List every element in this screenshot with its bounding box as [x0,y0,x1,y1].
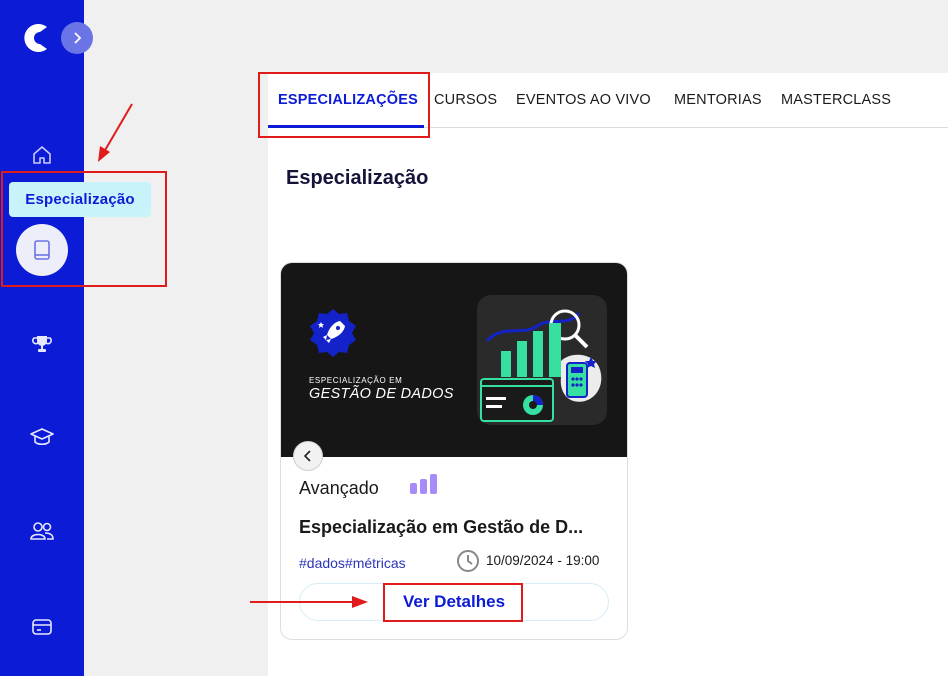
annotation-box-tab [258,72,430,138]
tab-masterclass[interactable]: MASTERCLASS [781,92,891,108]
card-date: 10/09/2024 - 19:00 [486,553,600,568]
expand-sidebar-button[interactable] [61,22,93,54]
level-bars-icon [410,474,437,494]
card-tags: #dados#métricas [299,555,406,571]
chevron-right-icon [74,32,82,44]
card-title: Especialização em Gestão de D... [299,517,584,537]
tab-mentorias[interactable]: MENTORIAS [674,92,762,108]
users-icon [30,522,54,540]
sidebar [0,0,93,676]
banner-title: GESTÃO DE DADOS [309,386,454,402]
sidebar-item-card[interactable] [24,609,60,645]
sidebar-item-home[interactable] [24,137,60,173]
tab-eventos-ao-vivo[interactable]: EVENTOS AO VIVO [516,92,651,108]
banner-subtitle: ESPECIALIZAÇÃO EM [309,376,403,385]
level-label: Avançado [299,478,379,498]
rocket-badge-icon [310,309,356,357]
logo [24,24,47,53]
annotation-box-button [383,583,523,622]
home-icon [33,146,51,164]
trophy-icon [32,336,52,352]
annotation-arrow-down [98,103,133,162]
card-icon [32,619,52,635]
annotation-arrow-right [250,596,368,608]
sidebar-item-users[interactable] [24,513,60,549]
tab-cursos[interactable]: CURSOS [434,92,497,108]
annotation-box-sidebar [1,171,167,287]
page-title: Especialização [286,167,429,189]
card-banner: ESPECIALIZAÇÃO EM GESTÃO DE DADOS [281,263,627,457]
graduation-cap-icon [30,428,54,446]
carousel-prev-button[interactable] [293,441,323,471]
data-analytics-illustration [477,295,607,425]
main-content: ESPECIALIZAÇÕES CURSOS EVENTOS AO VIVO M… [268,73,948,676]
chevron-left-icon [303,450,311,462]
sidebar-item-graduation[interactable] [24,419,60,455]
sidebar-item-trophy[interactable] [24,326,60,362]
clock-icon [457,550,479,572]
